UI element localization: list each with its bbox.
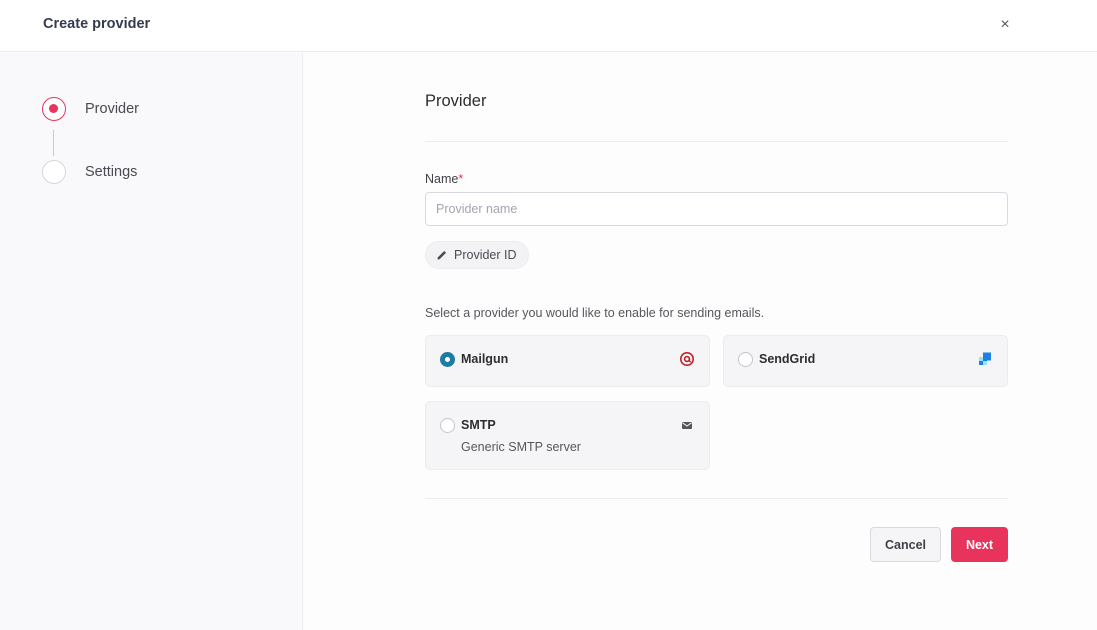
radio-unselected-icon[interactable] [738,352,753,367]
divider [425,141,1008,142]
step-connector [53,130,54,156]
next-button[interactable]: Next [951,527,1008,562]
close-icon[interactable]: × [996,15,1014,35]
cancel-button[interactable]: Cancel [870,527,941,562]
provider-name: SMTP [461,418,496,432]
step-settings[interactable]: Settings [42,160,137,184]
stepper-sidebar: Provider Settings [0,53,303,630]
divider [425,498,1008,499]
form-panel: Provider Name* Provider ID Select a prov… [304,53,1097,630]
envelope-icon [682,422,692,429]
radio-selected-icon[interactable] [440,352,455,367]
provider-name-input[interactable] [425,192,1008,226]
provider-id-button[interactable]: Provider ID [425,241,529,269]
section-title: Provider [425,92,487,110]
provider-card-mailgun[interactable]: Mailgun [425,335,710,387]
required-mark: * [458,172,464,186]
provider-card-smtp[interactable]: SMTP Generic SMTP server [425,401,710,470]
provider-id-label: Provider ID [454,248,517,262]
modal-header: Create provider × [0,0,1097,52]
mailgun-icon [680,352,694,366]
step-active-indicator-icon [42,97,66,121]
step-inactive-indicator-icon [42,160,66,184]
radio-unselected-icon[interactable] [440,418,455,433]
provider-description: Select a provider you would like to enab… [425,306,765,320]
provider-card-sendgrid[interactable]: SendGrid [723,335,1008,387]
sendgrid-icon [979,352,991,365]
step-label: Settings [85,164,138,180]
name-label: Name* [425,172,464,186]
pencil-icon [437,251,446,260]
provider-name: SendGrid [759,352,816,366]
step-provider[interactable]: Provider [42,97,139,121]
modal-title: Create provider [43,16,151,32]
step-label: Provider [85,101,139,117]
provider-name: Mailgun [461,352,509,366]
provider-subtitle: Generic SMTP server [461,440,581,454]
